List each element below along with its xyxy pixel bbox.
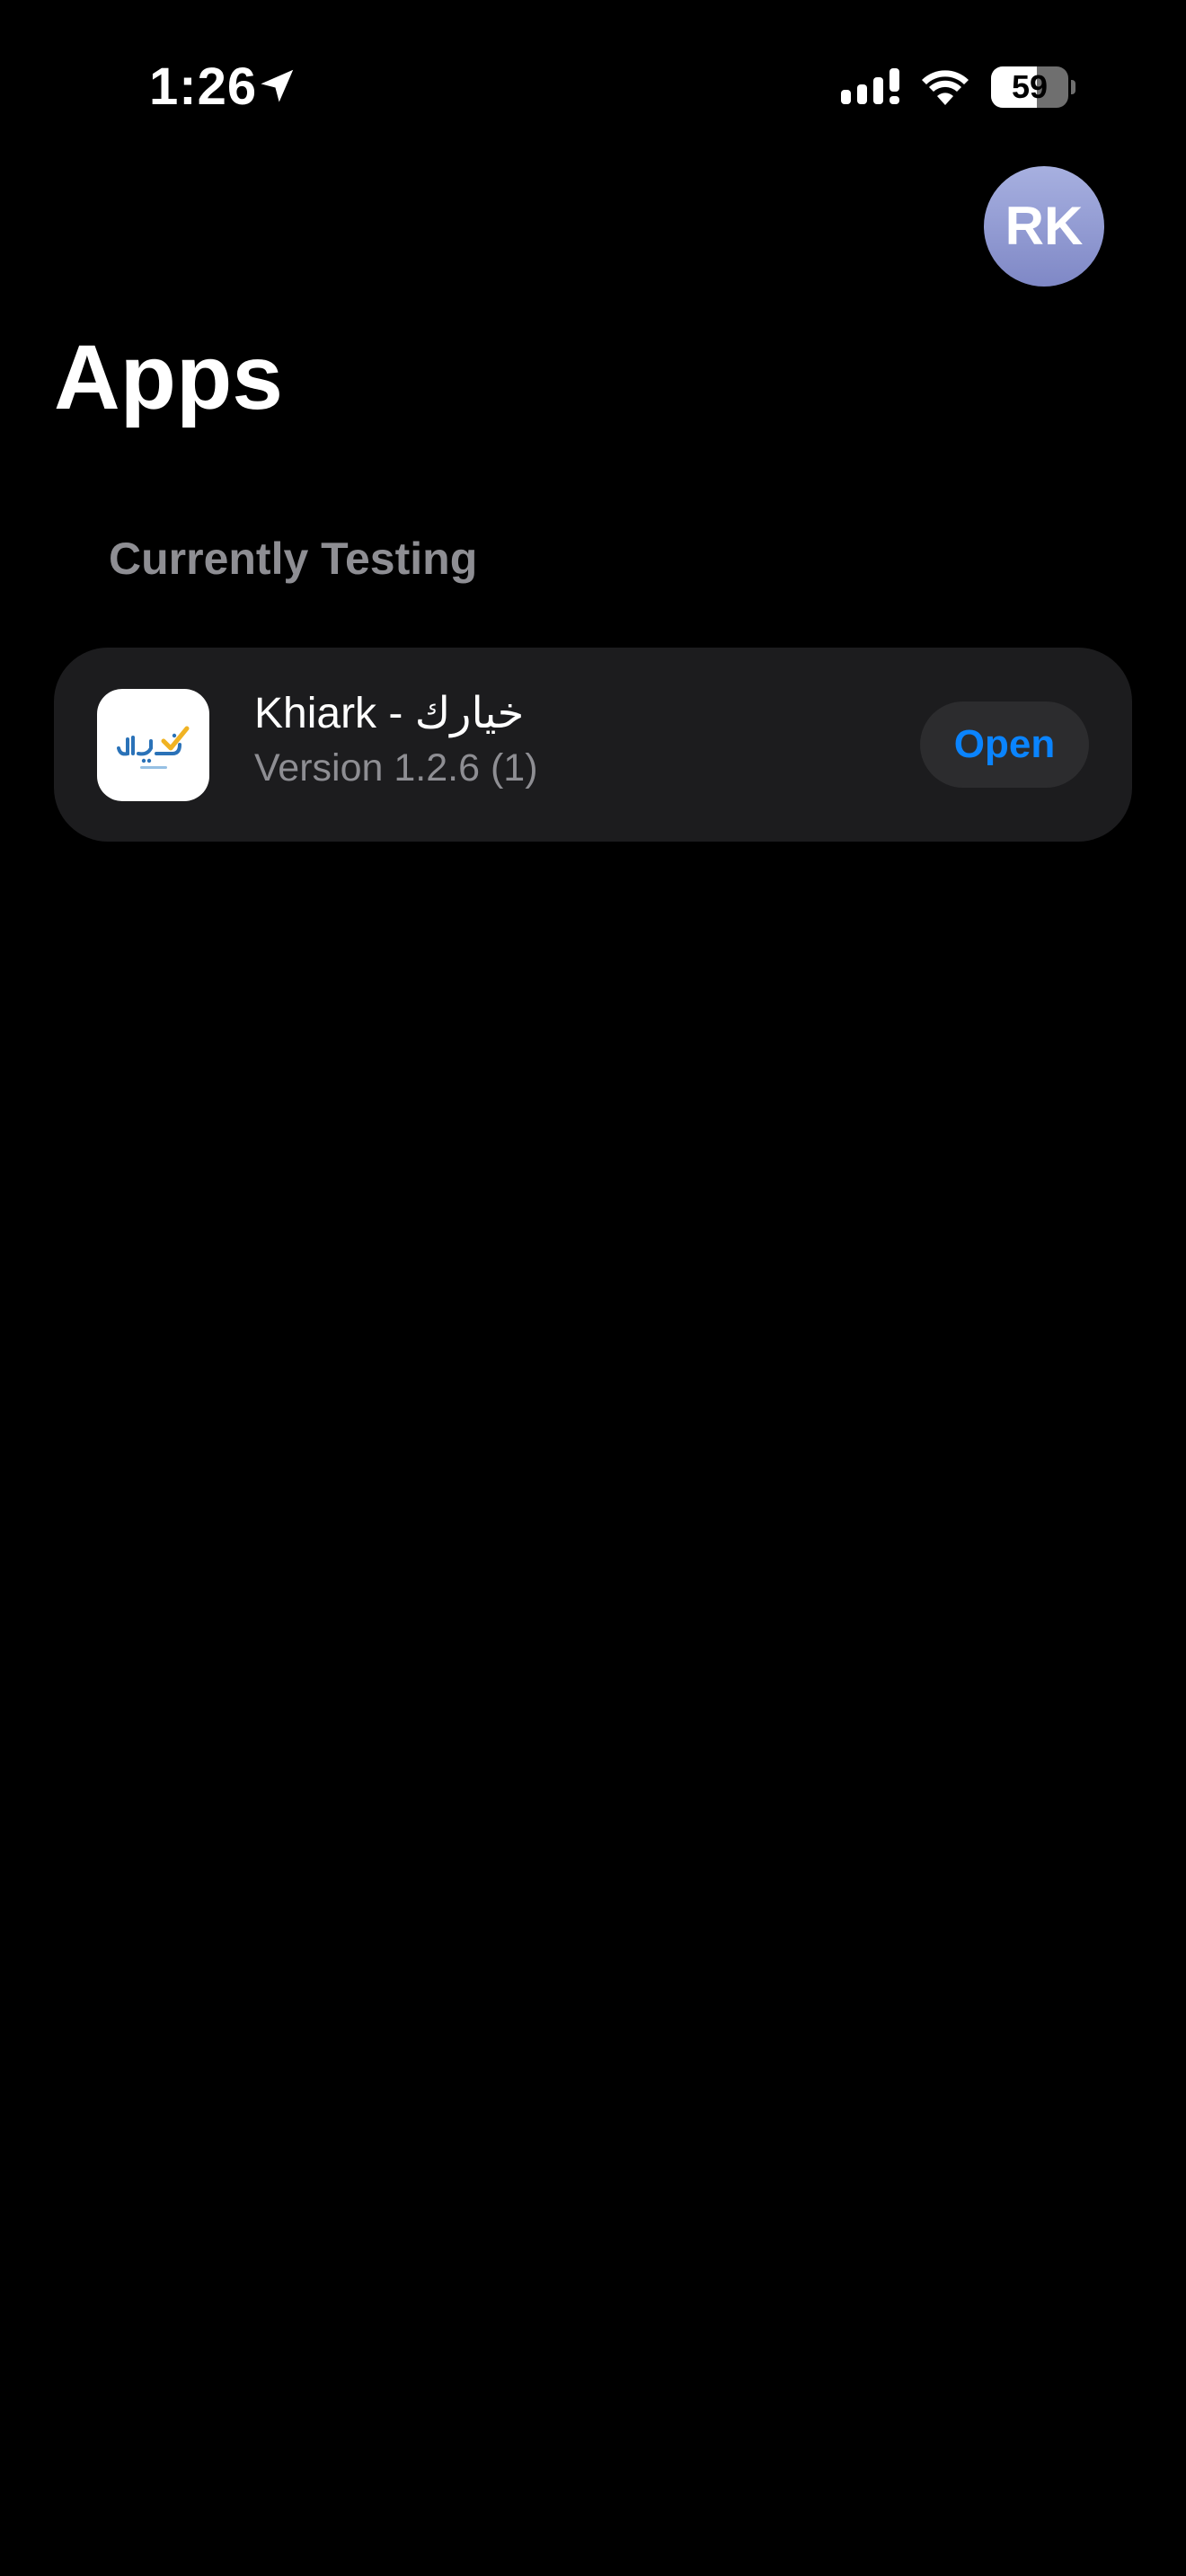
location-arrow-icon bbox=[261, 69, 294, 102]
battery-body: 59 bbox=[991, 66, 1068, 108]
open-app-button[interactable]: Open bbox=[920, 701, 1089, 788]
battery-cap bbox=[1071, 80, 1075, 94]
battery-indicator: 59 bbox=[991, 66, 1075, 108]
account-avatar-button[interactable]: RK bbox=[984, 166, 1104, 287]
khiark-app-icon bbox=[97, 689, 209, 801]
status-bar: 1:26 59 bbox=[0, 0, 1186, 171]
wifi-icon bbox=[922, 70, 969, 105]
section-title-currently-testing: Currently Testing bbox=[109, 534, 478, 584]
app-name: Khiark - خيارك bbox=[254, 690, 525, 737]
cellular-signal-icon bbox=[841, 68, 899, 104]
app-list-item[interactable]: Khiark - خيارك Version 1.2.6 (1) Open bbox=[54, 648, 1132, 842]
status-time: 1:26 bbox=[149, 57, 258, 116]
app-version: Version 1.2.6 (1) bbox=[254, 746, 538, 790]
page-title: Apps bbox=[54, 326, 283, 428]
battery-percentage: 59 bbox=[1011, 68, 1049, 105]
